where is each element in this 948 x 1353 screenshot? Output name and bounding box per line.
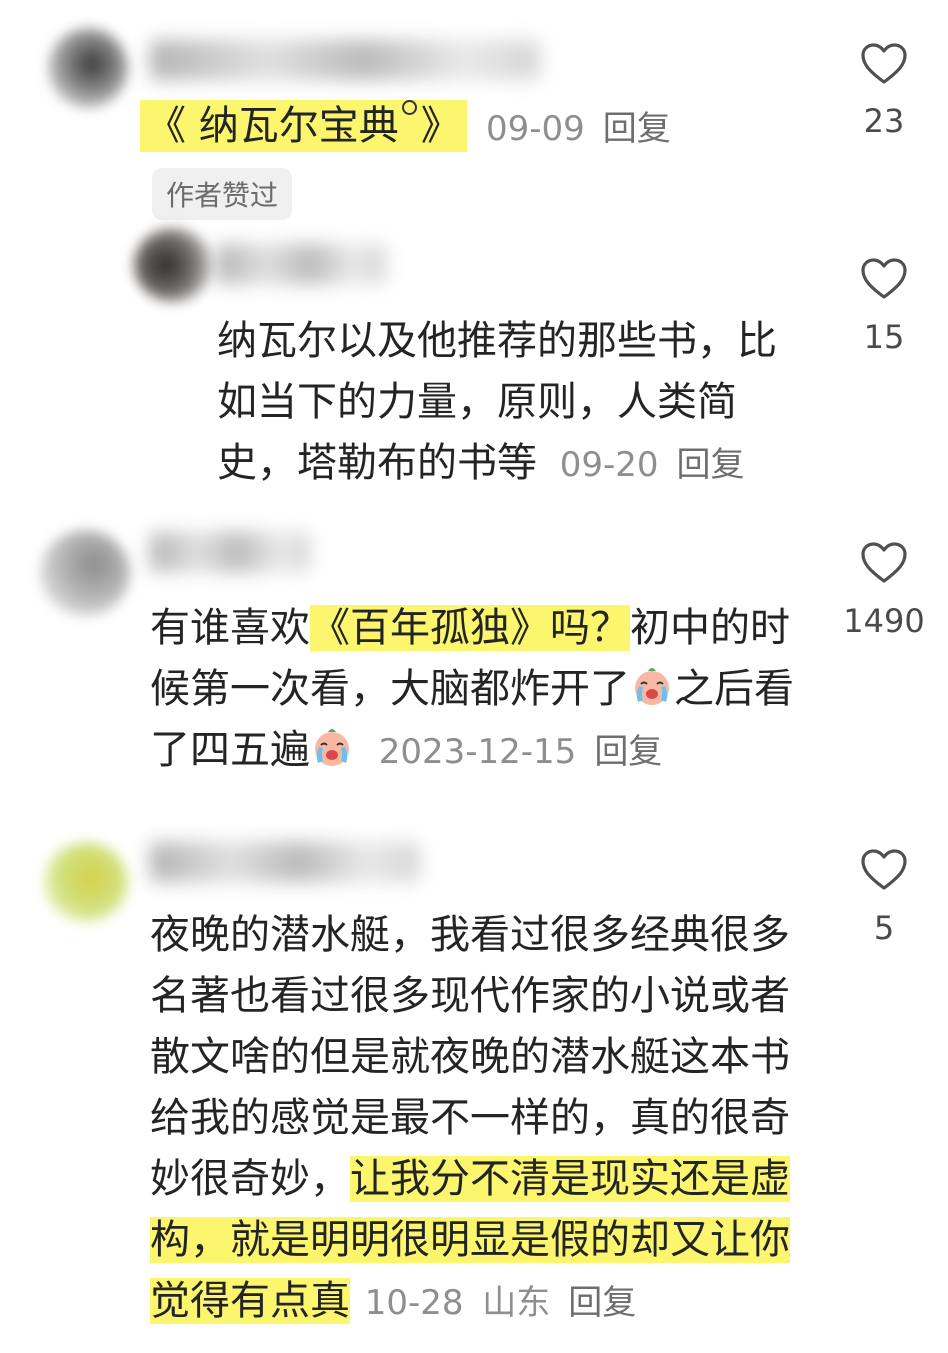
comment-date: 09-09 xyxy=(486,109,585,149)
highlighted-text: 觉得有点真 xyxy=(150,1278,350,1324)
comment-text-line: 构，就是明明很明显是假的却又让你 xyxy=(150,1210,790,1271)
comment-date: 2023-12-15 xyxy=(378,732,577,772)
book-link[interactable]: 《 纳瓦尔宝典》 xyxy=(140,100,467,152)
reply-button[interactable]: 回复 xyxy=(594,732,662,772)
username-blurred[interactable] xyxy=(150,842,420,882)
crying-face-icon xyxy=(315,729,349,766)
username-blurred[interactable] xyxy=(150,40,540,80)
like-count: 1490 xyxy=(843,602,925,640)
comment-text-line: 觉得有点真 10-28 山东 回复 xyxy=(150,1271,636,1334)
comment-text: 《 纳瓦尔宝典》 xyxy=(140,100,467,152)
heart-outline-icon[interactable] xyxy=(860,848,908,892)
comment-location: 山东 xyxy=(482,1283,551,1323)
heart-outline-icon[interactable] xyxy=(860,541,908,585)
like-count: 23 xyxy=(863,102,905,140)
comment-text-line: 名著也看过很多现代作家的小说或者 xyxy=(150,973,790,1019)
comment-text-line: 夜晚的潜水艇，我看过很多经典很多 xyxy=(150,912,790,958)
reply-button[interactable]: 回复 xyxy=(677,445,745,485)
comment-text-line: 散文啥的但是就夜晚的潜水艇这本书 xyxy=(150,1034,790,1080)
highlighted-text: 构，就是明明很明显是假的却又让你 xyxy=(150,1217,790,1263)
heart-outline-icon[interactable] xyxy=(860,42,908,86)
comment-text-line: 候第一次看，大脑都炸开了 之后看 xyxy=(150,666,794,712)
highlighted-text: 《百年孤独》吗？ xyxy=(310,605,630,651)
comment-text-line: 给我的感觉是最不一样的，真的很奇 xyxy=(150,1095,790,1141)
comment-text-line: 史，塔勒布的书等 09-20 回复 xyxy=(217,440,745,486)
like-count: 5 xyxy=(873,909,895,947)
heart-outline-icon[interactable] xyxy=(860,257,908,301)
username-blurred[interactable] xyxy=(150,532,310,572)
avatar[interactable] xyxy=(48,28,128,108)
comment-text-line: 纳瓦尔以及他推荐的那些书，比 xyxy=(217,318,777,364)
avatar[interactable] xyxy=(40,530,130,616)
comment-date: 10-28 xyxy=(364,1283,464,1323)
reply-button[interactable]: 回复 xyxy=(603,109,671,149)
comment-meta: 09-09 回复 xyxy=(486,106,671,152)
comment-text-line: 如当下的力量，原则，人类简 xyxy=(217,379,737,425)
comment-text-line: 了四五遍 2023-12-15 回复 xyxy=(150,727,663,773)
like-count: 15 xyxy=(863,318,905,356)
author-liked-badge: 作者赞过 xyxy=(152,168,293,220)
comment-text-line: 妙很奇妙，让我分不清是现实还是虚 xyxy=(150,1156,790,1202)
reply-button[interactable]: 回复 xyxy=(568,1283,636,1323)
avatar[interactable] xyxy=(134,228,212,302)
crying-face-icon xyxy=(635,668,669,705)
comment-text-line: 有谁喜欢《百年孤独》吗？初中的时 xyxy=(150,605,790,651)
highlighted-text: 让我分不清是现实还是虚 xyxy=(350,1156,790,1202)
avatar[interactable] xyxy=(44,842,128,922)
search-icon xyxy=(401,100,417,115)
comment-date: 09-20 xyxy=(559,445,659,485)
username-blurred[interactable] xyxy=(216,244,386,284)
